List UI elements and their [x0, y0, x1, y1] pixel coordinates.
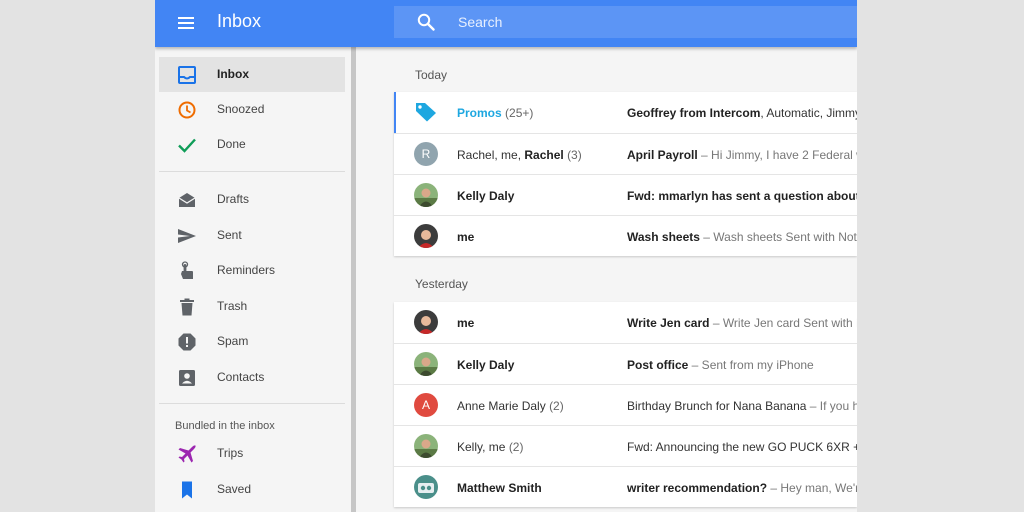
app-title: Inbox	[217, 11, 262, 31]
avatar	[414, 352, 438, 376]
today-card: Promos (25+) Geoffrey from Intercom, Aut…	[394, 92, 857, 256]
tag-icon	[416, 103, 436, 122]
search-bar[interactable]	[394, 6, 857, 38]
sidebar-item-label: Sent	[217, 228, 242, 242]
sidebar-item-label: Reminders	[217, 263, 276, 277]
trash-can-icon	[180, 298, 194, 316]
alert-octagon-icon	[178, 333, 196, 351]
section-label-yesterday: Yesterday	[415, 277, 468, 291]
sidebar-item-label: Inbox	[217, 67, 249, 81]
sidebar-item-label: Contacts	[217, 370, 265, 384]
send-arrow-icon	[178, 229, 196, 243]
email-row[interactable]: me Write Jen card – Write Jen card Sent …	[394, 302, 857, 343]
sidebar-item-label: Trips	[217, 446, 244, 460]
sidebar-item-contacts[interactable]: Contacts	[159, 360, 345, 395]
email-row[interactable]: Kelly Daly Fwd: mmarlyn has sent a quest…	[394, 174, 857, 215]
section-label-today: Today	[415, 68, 448, 82]
email-row[interactable]: Kelly Daly Post office – Sent from my iP…	[394, 343, 857, 384]
sidebar-item-inbox[interactable]: Inbox	[159, 57, 345, 92]
email-row[interactable]: Matthew Smith writer recommendation? – H…	[394, 466, 857, 507]
sender: Promos (25+)	[457, 106, 534, 120]
snippet: Fwd: mmarlyn has sent a question about i	[627, 189, 857, 203]
sidebar: Inbox Snoozed Done Drafts Sent Reminders…	[155, 47, 351, 512]
sidebar-item-sent[interactable]: Sent	[159, 218, 345, 253]
search-icon[interactable]	[417, 13, 435, 31]
message-list: Today Promos (25+) Geoffrey from Interco…	[394, 47, 857, 512]
contact-card-icon	[179, 370, 195, 386]
sidebar-edge	[351, 47, 356, 512]
sidebar-item-trips[interactable]: Trips	[159, 436, 345, 471]
sidebar-item-snoozed[interactable]: Snoozed	[159, 92, 345, 127]
avatar	[414, 475, 438, 499]
sender: me	[457, 316, 475, 330]
snippet: Geoffrey from Intercom, Automatic, Jimmy	[627, 106, 857, 120]
avatar	[414, 183, 438, 207]
checkmark-icon	[178, 138, 196, 153]
sidebar-item-spam[interactable]: Spam	[159, 324, 345, 359]
sender: Kelly Daly	[457, 189, 515, 203]
clock-icon	[178, 101, 196, 119]
hamburger-menu-icon[interactable]	[175, 12, 197, 34]
snippet: Wash sheets – Wash sheets Sent with Noto	[627, 230, 857, 244]
drafts-envelope-icon	[178, 193, 196, 207]
sidebar-item-drafts[interactable]: Drafts	[159, 182, 345, 217]
sidebar-divider	[159, 171, 345, 172]
sidebar-item-label: Done	[217, 137, 246, 151]
avatar	[414, 434, 438, 458]
sidebar-item-label: Trash	[217, 299, 248, 313]
sidebar-item-label: Saved	[217, 482, 252, 496]
yesterday-card: me Write Jen card – Write Jen card Sent …	[394, 302, 857, 507]
bundled-section-heading: Bundled in the inbox	[175, 420, 275, 432]
sender: Matthew Smith	[457, 481, 542, 495]
avatar	[414, 310, 438, 334]
snippet: Write Jen card – Write Jen card Sent wit…	[627, 316, 857, 330]
inbox-icon	[178, 66, 196, 84]
email-row[interactable]: R Rachel, me, Rachel (3) April Payroll –…	[394, 133, 857, 174]
snippet: writer recommendation? – Hey man, We're	[627, 481, 857, 495]
sender: Kelly Daly	[457, 358, 515, 372]
sidebar-divider	[159, 403, 345, 404]
snippet: Birthday Brunch for Nana Banana – If you…	[627, 399, 857, 413]
snippet: Post office – Sent from my iPhone	[627, 358, 814, 372]
pointing-hand-icon	[181, 261, 193, 279]
bundle-row-promos[interactable]: Promos (25+) Geoffrey from Intercom, Aut…	[394, 92, 857, 133]
top-app-bar: Inbox	[155, 0, 857, 47]
sender: Rachel, me, Rachel (3)	[457, 148, 582, 162]
email-row[interactable]: A Anne Marie Daly (2) Birthday Brunch fo…	[394, 384, 857, 425]
search-input[interactable]	[458, 6, 838, 38]
sidebar-item-saved[interactable]: Saved	[159, 472, 345, 507]
sidebar-item-trash[interactable]: Trash	[159, 289, 345, 324]
sender: Anne Marie Daly (2)	[457, 399, 564, 413]
email-row[interactable]: me Wash sheets – Wash sheets Sent with N…	[394, 215, 857, 256]
sidebar-item-done[interactable]: Done	[159, 127, 345, 162]
sidebar-item-label: Snoozed	[217, 102, 265, 116]
avatar: A	[414, 393, 438, 417]
sender: me	[457, 230, 475, 244]
airplane-icon	[178, 445, 196, 463]
sidebar-item-reminders[interactable]: Reminders	[159, 253, 345, 288]
bookmark-icon	[182, 481, 192, 499]
snippet: Fwd: Announcing the new GO PUCK 6XR +	[627, 440, 857, 454]
avatar: R	[414, 142, 438, 166]
snippet: April Payroll – Hi Jimmy, I have 2 Feder…	[627, 148, 857, 162]
sidebar-item-label: Spam	[217, 334, 249, 348]
inbox-app-window: Inbox Inbox Snoozed	[155, 0, 857, 512]
email-row[interactable]: Kelly, me (2) Fwd: Announcing the new GO…	[394, 425, 857, 466]
sender: Kelly, me (2)	[457, 440, 524, 454]
sidebar-item-label: Drafts	[217, 192, 250, 206]
avatar	[414, 224, 438, 248]
